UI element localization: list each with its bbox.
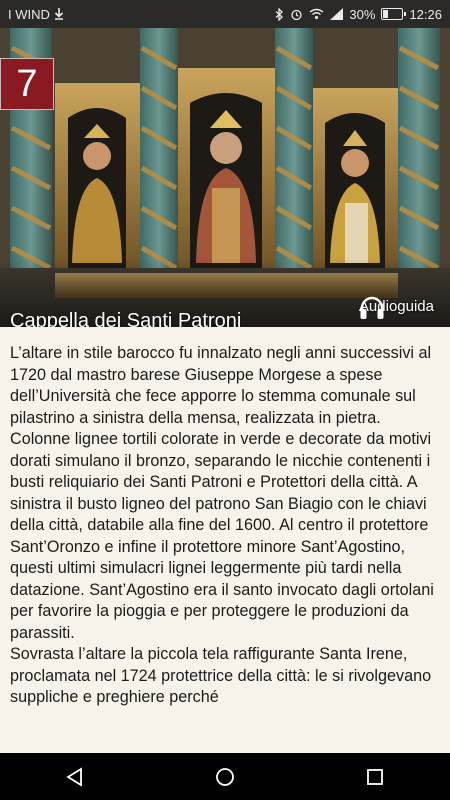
bluetooth-icon (275, 7, 284, 21)
battery-percent: 30% (349, 6, 376, 22)
recents-icon (367, 768, 383, 785)
carrier-name: I WIND (8, 6, 50, 22)
home-icon (216, 767, 234, 786)
article-body[interactable]: L’altare in stile barocco fu innalzato n… (0, 327, 450, 753)
hero-image: 7 Cappella dei Santi Patroni Audioguida (0, 28, 450, 327)
signal-icon (330, 8, 344, 20)
alarm-icon (291, 9, 303, 20)
stop-number-badge: 7 (0, 58, 54, 110)
paragraph: Sovrasta l’altare la piccola tela raffig… (10, 645, 432, 706)
download-icon (54, 8, 63, 20)
wifi-icon (309, 8, 324, 20)
back-icon (66, 766, 82, 787)
paragraph: L’altare in stile barocco fu innalzato n… (10, 344, 434, 642)
navigation-bar (0, 753, 450, 800)
status-bar: I WIND 30% 12:26 (0, 0, 450, 28)
headphones-icon (360, 296, 384, 319)
back-button[interactable] (45, 753, 105, 800)
battery-level-fill (383, 10, 389, 18)
audio-guide-button[interactable]: Audioguida (359, 296, 434, 319)
recents-button[interactable] (345, 753, 405, 800)
page-title: Cappella dei Santi Patroni (10, 310, 242, 327)
battery-icon (381, 8, 407, 20)
home-button[interactable] (195, 753, 255, 800)
clock: 12:26 (409, 6, 442, 22)
